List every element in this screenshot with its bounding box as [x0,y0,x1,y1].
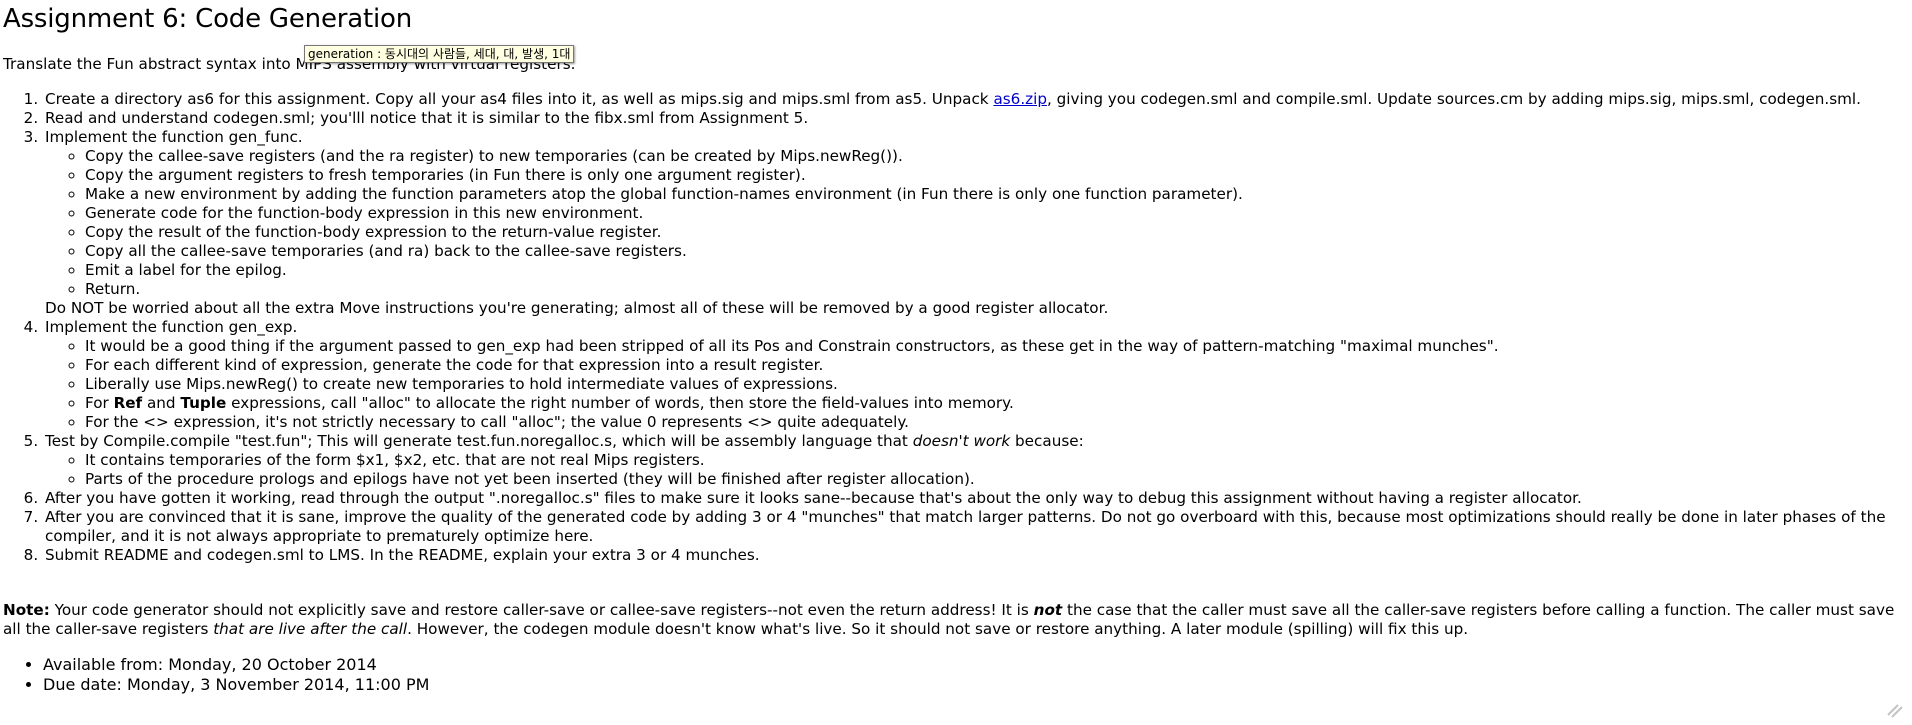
ref-tuple-text-b: expressions, call "alloc" to allocate th… [226,394,1014,412]
step-4: Implement the function gen_exp. It would… [43,318,1908,432]
note-text-1: Your code generator should not explicitl… [49,601,1034,619]
page-title: Assignment 6: Code Generation [3,4,412,34]
note-paragraph: Note: Your code generator should not exp… [3,601,1908,639]
step-5-text-post: because: [1010,432,1084,450]
resize-grip-icon[interactable] [1884,699,1906,721]
ref-tuple-text-a: For [85,394,114,412]
list-item: Parts of the procedure prologs and epilo… [85,470,1908,489]
dictionary-tooltip: generation : 동시대의 사람들, 세대, 대, 발생, 1대 [304,45,575,63]
step-6: After you have gotten it working, read t… [43,489,1908,508]
available-date: Available from: Monday, 20 October 2014 [43,655,429,675]
step-5-emphasis: doesn't work [912,432,1011,450]
tuple-keyword: Tuple [180,394,227,412]
note-text-3: . However, the codegen module doesn't kn… [407,620,1469,638]
list-item: Make a new environment by adding the fun… [85,185,1908,204]
step-4-sublist: It would be a good thing if the argument… [45,337,1908,432]
steps-list: Create a directory as6 for this assignme… [3,90,1908,565]
dates-list: Available from: Monday, 20 October 2014 … [3,655,429,694]
step-3-sublist: Copy the callee-save registers (and the … [45,147,1908,299]
list-item: For the <> expression, it's not strictly… [85,413,1908,432]
ref-keyword: Ref [113,394,143,412]
step-8: Submit README and codegen.sml to LMS. In… [43,546,1908,565]
step-5-text-pre: Test by Compile.compile "test.fun"; This… [45,432,913,450]
list-item: Emit a label for the epilog. [85,261,1908,280]
step-5: Test by Compile.compile "test.fun"; This… [43,432,1908,489]
list-item: Copy the result of the function-body exp… [85,223,1908,242]
list-item: For each different kind of expression, g… [85,356,1908,375]
list-item: Copy the callee-save registers (and the … [85,147,1908,166]
step-4-text: Implement the function gen_exp. [45,318,298,336]
due-date: Due date: Monday, 3 November 2014, 11:00… [43,675,429,695]
step-1-text-post: , giving you codegen.sml and compile.sml… [1046,90,1861,108]
list-item: It would be a good thing if the argument… [85,337,1908,356]
note-emphasis-not: not [1033,601,1063,619]
step-3-text: Implement the function gen_func. [45,128,303,146]
list-item: Liberally use Mips.newReg() to create ne… [85,375,1908,394]
step-3-after-text: Do NOT be worried about all the extra Mo… [45,299,1109,317]
step-1-text-pre: Create a directory as6 for this assignme… [45,90,994,108]
ref-tuple-and: and [142,394,181,412]
step-1: Create a directory as6 for this assignme… [43,90,1908,109]
list-item: Return. [85,280,1908,299]
note-label: Note: [3,601,50,619]
step-7: After you are convinced that it is sane,… [43,508,1908,546]
step-2: Read and understand codegen.sml; you'lll… [43,109,1908,128]
list-item: Copy the argument registers to fresh tem… [85,166,1908,185]
note-emphasis-live: that are live after the call [213,620,408,638]
step-5-sublist: It contains temporaries of the form $x1,… [45,451,1908,489]
step-3: Implement the function gen_func. Copy th… [43,128,1908,318]
list-item: For Ref and Tuple expressions, call "all… [85,394,1908,413]
list-item: It contains temporaries of the form $x1,… [85,451,1908,470]
as6-zip-link[interactable]: as6.zip [993,90,1047,108]
list-item: Copy all the callee-save temporaries (an… [85,242,1908,261]
list-item: Generate code for the function-body expr… [85,204,1908,223]
